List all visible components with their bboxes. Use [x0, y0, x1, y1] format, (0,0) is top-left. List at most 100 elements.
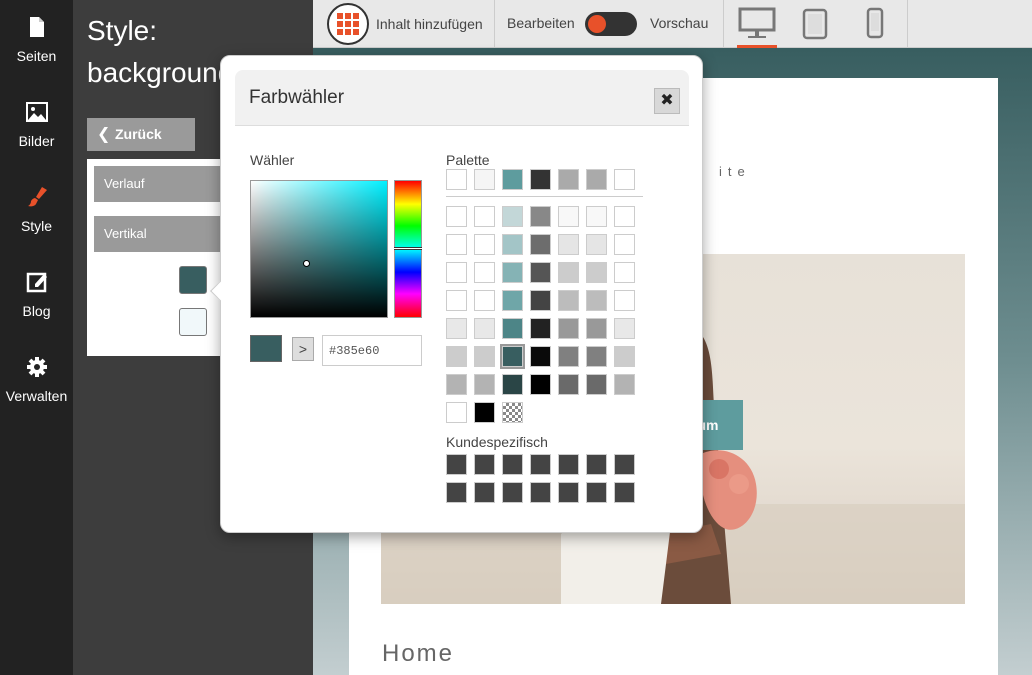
custom-color-swatch[interactable]	[558, 454, 579, 475]
tablet-view-button[interactable]	[799, 0, 831, 48]
dialog-header: Farbwähler ✖	[235, 70, 689, 126]
edit-preview-toggle[interactable]	[585, 12, 637, 36]
custom-color-swatch[interactable]	[474, 454, 495, 475]
palette-swatch[interactable]	[474, 290, 495, 311]
custom-color-swatch[interactable]	[446, 482, 467, 503]
palette-swatch[interactable]	[502, 290, 523, 311]
palette-swatch[interactable]	[446, 318, 467, 339]
add-content-button[interactable]: Inhalt hinzufügen	[327, 3, 483, 45]
custom-color-swatch[interactable]	[586, 454, 607, 475]
palette-swatch[interactable]	[446, 290, 467, 311]
palette-swatch[interactable]	[614, 206, 635, 227]
palette-swatch[interactable]	[446, 262, 467, 283]
apply-color-button[interactable]: >	[292, 337, 314, 361]
grid-icon	[327, 3, 369, 45]
palette-swatch[interactable]	[446, 402, 467, 423]
palette-swatch[interactable]	[558, 262, 579, 283]
custom-color-swatch[interactable]	[530, 482, 551, 503]
palette-swatch[interactable]	[586, 234, 607, 255]
palette-swatch[interactable]	[614, 346, 635, 367]
custom-color-swatch[interactable]	[530, 454, 551, 475]
sidebar-item-seiten[interactable]: Seiten	[0, 0, 73, 80]
direction-select-value: Vertikal	[104, 226, 147, 241]
palette-swatch[interactable]	[614, 262, 635, 283]
palette-swatch[interactable]	[530, 346, 551, 367]
palette-swatch[interactable]	[558, 234, 579, 255]
close-icon: ✖	[660, 92, 674, 109]
sidebar-item-style[interactable]: Style	[0, 170, 73, 250]
palette-swatch[interactable]	[530, 262, 551, 283]
palette-swatch[interactable]	[502, 234, 523, 255]
palette-swatch[interactable]	[530, 234, 551, 255]
palette-swatch[interactable]	[558, 374, 579, 395]
palette-swatch[interactable]	[474, 318, 495, 339]
custom-color-swatch[interactable]	[558, 482, 579, 503]
hue-slider[interactable]	[394, 180, 422, 318]
hex-input[interactable]	[322, 335, 422, 366]
palette-swatch[interactable]	[586, 374, 607, 395]
gradient-color2-swatch[interactable]	[179, 308, 207, 336]
custom-color-swatch[interactable]	[614, 454, 635, 475]
back-button[interactable]: ❮ Zurück	[87, 118, 195, 151]
phone-view-button[interactable]	[861, 0, 889, 48]
palette-swatch[interactable]	[586, 318, 607, 339]
custom-color-swatch[interactable]	[614, 482, 635, 503]
palette-swatch[interactable]	[474, 262, 495, 283]
close-button[interactable]: ✖	[654, 88, 680, 114]
palette-swatch[interactable]	[530, 318, 551, 339]
sv-marker[interactable]	[303, 260, 310, 267]
palette-swatch[interactable]	[474, 169, 495, 190]
palette-swatch[interactable]	[502, 374, 523, 395]
palette-swatch[interactable]	[614, 234, 635, 255]
palette-swatch[interactable]	[586, 169, 607, 190]
hue-marker[interactable]	[394, 247, 422, 250]
palette-swatch[interactable]	[558, 346, 579, 367]
palette-swatch[interactable]	[586, 346, 607, 367]
palette-swatch[interactable]	[530, 374, 551, 395]
custom-color-swatch[interactable]	[502, 454, 523, 475]
palette-swatch[interactable]	[446, 346, 467, 367]
palette-swatch[interactable]	[586, 262, 607, 283]
palette-swatch[interactable]	[502, 262, 523, 283]
custom-color-swatch[interactable]	[446, 454, 467, 475]
palette-swatch[interactable]	[446, 374, 467, 395]
palette-swatch[interactable]	[446, 234, 467, 255]
palette-swatch[interactable]	[586, 206, 607, 227]
palette-swatch[interactable]	[502, 206, 523, 227]
palette-swatch[interactable]	[530, 290, 551, 311]
sidebar-item-blog[interactable]: Blog	[0, 255, 73, 335]
tablet-icon	[802, 8, 828, 40]
custom-color-swatch[interactable]	[474, 482, 495, 503]
palette-swatch[interactable]	[614, 318, 635, 339]
saturation-value-area[interactable]	[250, 180, 388, 318]
palette-swatch[interactable]	[614, 374, 635, 395]
palette-swatch[interactable]	[530, 169, 551, 190]
palette-swatch[interactable]	[614, 290, 635, 311]
palette-swatch[interactable]	[614, 169, 635, 190]
palette-swatch[interactable]	[474, 206, 495, 227]
preview-mode-label: Vorschau	[650, 15, 709, 31]
sidebar-item-verwalten[interactable]: Verwalten	[0, 340, 73, 420]
desktop-view-button[interactable]	[737, 0, 777, 48]
palette-swatch[interactable]	[474, 234, 495, 255]
palette-swatch[interactable]	[558, 206, 579, 227]
palette-swatch[interactable]	[502, 318, 523, 339]
custom-color-swatch[interactable]	[586, 482, 607, 503]
palette-swatch[interactable]	[446, 206, 467, 227]
custom-color-swatch[interactable]	[502, 482, 523, 503]
palette-swatch[interactable]	[558, 318, 579, 339]
palette-swatch[interactable]	[558, 290, 579, 311]
transparent-swatch[interactable]	[502, 402, 523, 423]
palette-swatch[interactable]	[558, 169, 579, 190]
palette-swatch[interactable]	[474, 374, 495, 395]
sidebar-item-bilder[interactable]: Bilder	[0, 85, 73, 165]
add-content-label: Inhalt hinzufügen	[376, 16, 483, 32]
palette-swatch[interactable]	[474, 402, 495, 423]
gradient-color1-swatch[interactable]	[179, 266, 207, 294]
palette-swatch[interactable]	[530, 206, 551, 227]
palette-swatch[interactable]	[446, 169, 467, 190]
palette-swatch[interactable]	[474, 346, 495, 367]
palette-swatch[interactable]	[500, 344, 525, 369]
palette-swatch[interactable]	[502, 169, 523, 190]
palette-swatch[interactable]	[586, 290, 607, 311]
